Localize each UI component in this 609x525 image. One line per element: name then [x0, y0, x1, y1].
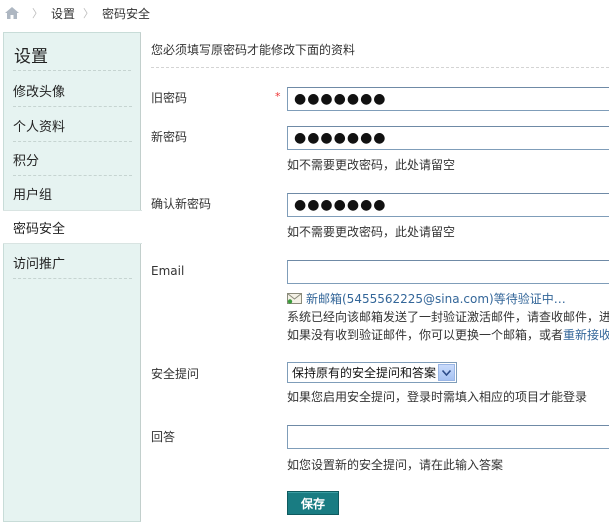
divider [151, 67, 609, 68]
breadcrumb-separator: 〉 [83, 7, 95, 20]
sidebar-item-promotion[interactable]: 访问推广 [4, 245, 141, 279]
form-intro: 您必须填写原密码才能修改下面的资料 [151, 43, 356, 57]
confirm-password-label: 确认新密码 [151, 197, 212, 211]
old-password-field[interactable]: ●●●●●●● [287, 87, 609, 111]
new-password-hint: 如不需要更改密码，此处请留空 [287, 158, 456, 172]
sidebar-item-credits[interactable]: 积分 [4, 142, 141, 176]
breadcrumb-separator: 〉 [32, 7, 43, 20]
email-field[interactable] [287, 260, 609, 284]
sidebar-item-label: 访问推广 [13, 256, 66, 272]
required-mark: * [275, 90, 281, 103]
security-question-label: 安全提问 [151, 367, 200, 381]
sidebar-item-password-security[interactable]: 密码安全 [3, 210, 142, 244]
breadcrumb: 〉 设置 〉 密码安全 [0, 0, 609, 26]
breadcrumb-current: 密码安全 [102, 6, 151, 21]
sidebar-item-avatar[interactable]: 修改头像 [4, 73, 141, 107]
divider [13, 70, 131, 71]
password-security-form: 您必须填写原密码才能修改下面的资料 旧密码 * ●●●●●●● 新密码 ●●●●… [141, 32, 609, 522]
chevron-down-icon[interactable] [438, 364, 455, 381]
answer-label: 回答 [151, 430, 176, 444]
old-password-label: 旧密码 [151, 91, 188, 105]
security-question-select[interactable]: 保持原有的安全提问和答案 [287, 362, 457, 383]
security-question-selected: 保持原有的安全提问和答案 [292, 366, 437, 380]
mail-icon [287, 293, 302, 304]
settings-sidebar: 设置 修改头像 个人资料 积分 用户组 密码安全 访问推广 [3, 32, 142, 522]
sidebar-title: 设置 [14, 47, 48, 67]
answer-hint: 如您设置新的安全提问，请在此输入答案 [287, 458, 504, 472]
new-password-field[interactable]: ●●●●●●● [287, 126, 609, 150]
sidebar-item-label: 个人资料 [13, 119, 66, 135]
confirm-password-hint: 如不需要更改密码，此处请留空 [287, 225, 456, 239]
email-resend-text: 如果没有收到验证邮件，你可以更换一个邮箱，或者 [287, 328, 564, 342]
security-question-hint: 如果您启用安全提问，登录时需填入相应的项目才能登录 [287, 390, 588, 404]
sidebar-item-profile[interactable]: 个人资料 [4, 108, 141, 142]
home-icon[interactable] [4, 6, 20, 20]
email-status: 新邮箱(5455562225@sina.com)等待验证中… [287, 290, 566, 307]
sidebar-item-label: 用户组 [13, 187, 53, 203]
sidebar-item-label: 密码安全 [13, 221, 66, 237]
answer-field[interactable] [287, 425, 609, 449]
email-sent-notice: 系统已经向该邮箱发送了一封验证激活邮件，请查收邮件，进 [287, 310, 609, 324]
save-button[interactable]: 保存 [287, 491, 339, 515]
breadcrumb-settings[interactable]: 设置 [51, 5, 75, 22]
email-resend-notice: 如果没有收到验证邮件，你可以更换一个邮箱，或者重新接收 [287, 326, 609, 343]
email-verification-link[interactable]: 新邮箱(5455562225@sina.com)等待验证中… [306, 290, 566, 307]
resend-link[interactable]: 重新接收 [563, 328, 609, 342]
new-password-label: 新密码 [151, 130, 188, 144]
confirm-password-field[interactable]: ●●●●●●● [287, 193, 609, 217]
sidebar-item-label: 积分 [13, 153, 40, 169]
email-label: Email [151, 264, 185, 278]
sidebar-item-usergroup[interactable]: 用户组 [4, 176, 141, 210]
sidebar-item-label: 修改头像 [13, 84, 66, 100]
